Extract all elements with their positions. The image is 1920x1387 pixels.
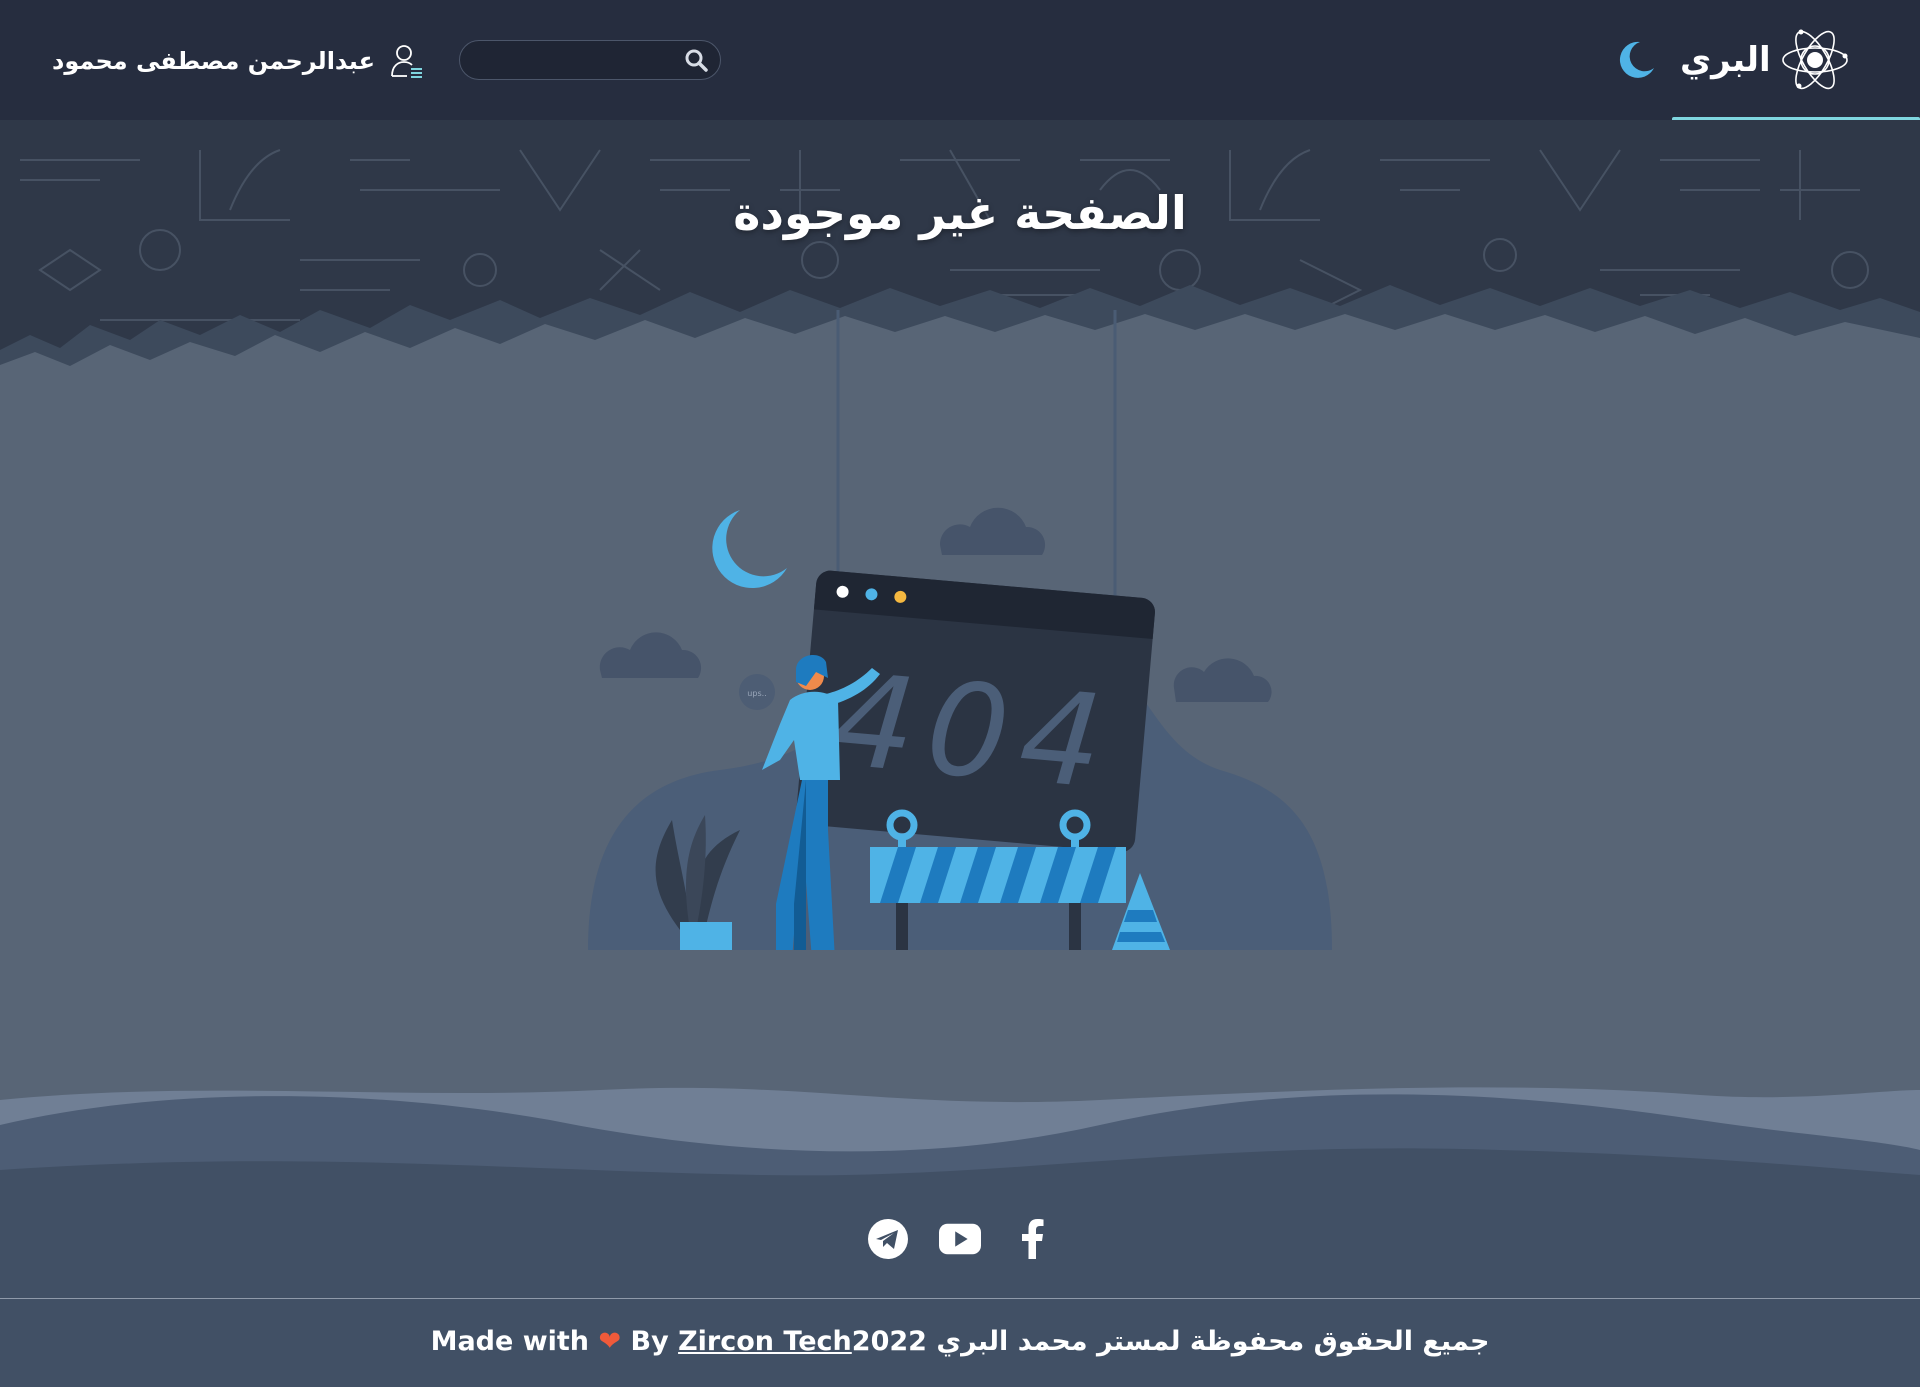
dark-mode-toggle-icon[interactable] bbox=[1612, 38, 1656, 82]
copyright-text: جميع الحقوق محفوظة لمستر محمد البري 2022 bbox=[851, 1326, 1490, 1357]
page-title: الصفحة غير موجودة bbox=[733, 186, 1187, 240]
top-navbar: البري عبدالرحمن مصطفى محمود bbox=[0, 0, 1920, 122]
telegram-link[interactable] bbox=[867, 1218, 909, 1260]
footer-divider bbox=[0, 1298, 1920, 1299]
youtube-icon bbox=[939, 1223, 981, 1255]
copyright-bar: Made with ❤ By Zircon Techجميع الحقوق مح… bbox=[0, 1326, 1920, 1357]
brand-name: البري bbox=[1680, 40, 1771, 80]
zircon-tech-link[interactable]: Zircon Tech bbox=[678, 1326, 852, 1357]
youtube-link[interactable] bbox=[939, 1218, 981, 1260]
404-illustration: ups.. 404 bbox=[580, 310, 1340, 960]
user-profile-icon[interactable] bbox=[389, 43, 425, 79]
user-name: عبدالرحمن مصطفى محمود bbox=[52, 47, 375, 75]
brand-logo-link[interactable]: البري bbox=[1680, 22, 1851, 98]
heart-icon: ❤ bbox=[598, 1326, 622, 1357]
facebook-icon bbox=[1022, 1219, 1044, 1259]
by-text: By bbox=[630, 1326, 669, 1357]
search-icon[interactable] bbox=[684, 48, 708, 72]
facebook-link[interactable] bbox=[1011, 1218, 1053, 1260]
telegram-icon bbox=[868, 1219, 908, 1259]
footer-waves bbox=[0, 1087, 1920, 1230]
search-input[interactable] bbox=[472, 45, 672, 75]
made-with-text: Made with bbox=[430, 1326, 590, 1357]
ups-bubble-text: ups.. bbox=[747, 689, 766, 698]
user-menu[interactable]: عبدالرحمن مصطفى محمود bbox=[52, 38, 425, 84]
atom-logo-icon bbox=[1781, 29, 1848, 90]
search-field[interactable] bbox=[459, 40, 721, 80]
social-links bbox=[0, 1218, 1920, 1260]
